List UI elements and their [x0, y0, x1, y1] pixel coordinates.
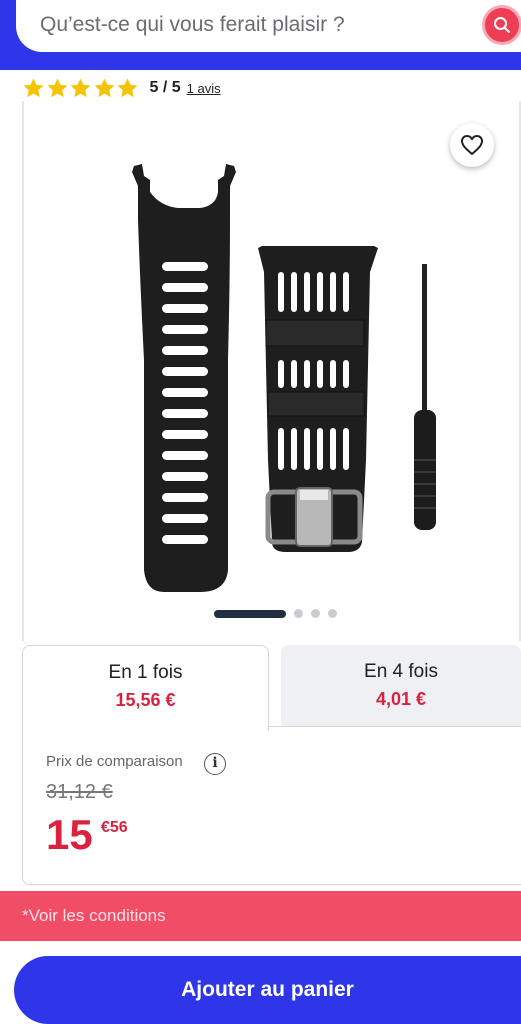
- screwdriver: [414, 264, 436, 530]
- conditions-bar[interactable]: *Voir les conditions: [0, 891, 521, 941]
- carousel-indicators[interactable]: [214, 609, 345, 618]
- search-placeholder: Qu’est-ce qui vous ferait plaisir ?: [40, 13, 345, 36]
- rating-stars: [22, 77, 140, 100]
- rating: 5 / 5 1 avis: [22, 76, 221, 100]
- tab-price: 4,01 €: [375, 689, 427, 709]
- comparison-price-label: Prix de comparaison: [46, 753, 183, 770]
- top-header: Qu’est-ce qui vous ferait plaisir ?: [0, 0, 521, 70]
- long-strap: [132, 164, 236, 592]
- reviews-link[interactable]: 1 avis: [187, 81, 221, 96]
- info-icon[interactable]: i: [204, 753, 226, 775]
- star-icon: [70, 77, 91, 97]
- product-image: [132, 164, 436, 592]
- star-icon: [94, 77, 114, 97]
- conditions-link[interactable]: *Voir les conditions: [22, 906, 166, 926]
- rating-value: 5 / 5: [149, 79, 181, 96]
- search-button[interactable]: [482, 5, 521, 45]
- carousel-dot[interactable]: [294, 609, 303, 618]
- price-decimal: €56: [101, 819, 128, 836]
- tab-pay-four-times[interactable]: En 4 fois 4,01 €: [281, 645, 521, 726]
- short-strap: [258, 246, 378, 552]
- tab-title: En 1 fois: [108, 662, 183, 683]
- add-to-cart-label: Ajouter au panier: [181, 978, 354, 1001]
- tab-pay-once[interactable]: En 1 fois 15,56 €: [22, 645, 269, 731]
- add-to-cart-button[interactable]: Ajouter au panier: [14, 956, 521, 1024]
- old-price: 31,12 €: [46, 781, 113, 803]
- search-icon: [494, 17, 510, 33]
- star-icon: [47, 77, 67, 97]
- heart-icon: [461, 135, 483, 155]
- star-icon: [117, 77, 138, 97]
- tab-price: 15,56 €: [115, 690, 176, 710]
- price-panel: Prix de comparaison i 31,12 € 15 €56: [22, 726, 521, 885]
- carousel-dot[interactable]: [311, 609, 320, 618]
- carousel-dot[interactable]: [328, 609, 337, 618]
- price-integer: 15: [46, 811, 93, 858]
- tab-title: En 4 fois: [364, 661, 438, 682]
- star-icon: [23, 77, 44, 97]
- carousel-dot[interactable]: [214, 609, 286, 618]
- search-input[interactable]: Qu’est-ce qui vous ferait plaisir ?: [16, 0, 521, 52]
